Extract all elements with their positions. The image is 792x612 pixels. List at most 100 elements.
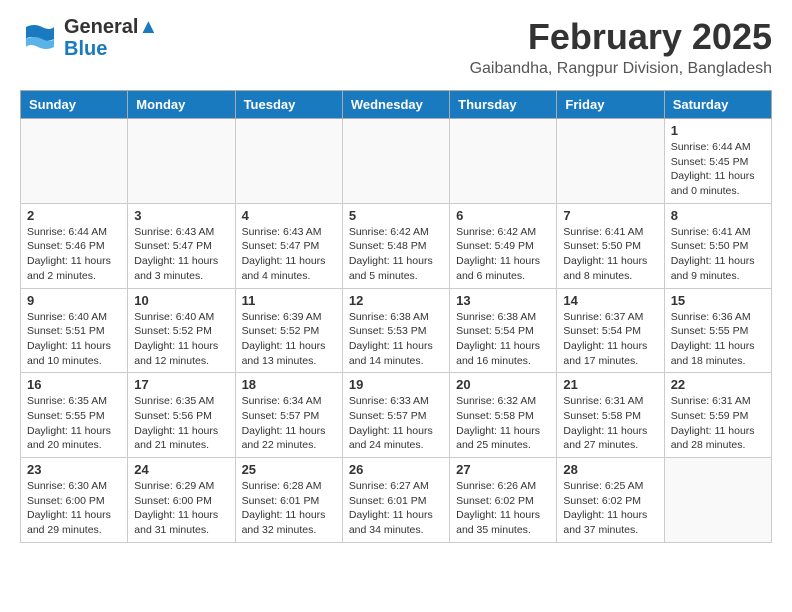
calendar-cell: 19 Sunrise: 6:33 AM Sunset: 5:57 PM Dayli… xyxy=(342,373,449,458)
calendar-body: 1Sunrise: 6:44 AM Sunset: 5:45 PM Daylig… xyxy=(21,119,772,543)
logo-general-accent: ▲ xyxy=(138,16,158,38)
calendar-cell: 12 Sunrise: 6:38 AM Sunset: 5:53 PM Dayli… xyxy=(342,288,449,373)
logo-general: General▲ xyxy=(64,16,158,38)
day-info: Sunrise: 6:30 AM Sunset: 6:00 PM Dayligh… xyxy=(27,479,121,538)
day-info: Sunrise: 6:29 AM Sunset: 6:00 PM Dayligh… xyxy=(134,479,228,538)
calendar-header-row: Sunday Monday Tuesday Wednesday Thursday… xyxy=(21,91,772,119)
calendar-cell: 6Sunrise: 6:42 AM Sunset: 5:49 PM Daylig… xyxy=(450,203,557,288)
header-friday: Friday xyxy=(557,91,664,119)
day-number: 27 xyxy=(456,462,550,477)
location: Gaibandha, Rangpur Division, Bangladesh xyxy=(470,60,772,78)
month-title: February 2025 xyxy=(470,16,772,58)
day-number: 21 xyxy=(563,377,657,392)
day-info: Sunrise: 6:34 AM Sunset: 5:57 PM Dayligh… xyxy=(242,394,336,453)
header: General▲ Blue February 2025 Gaibandha, R… xyxy=(20,16,772,78)
day-number: 24 xyxy=(134,462,228,477)
calendar-cell: 2 Sunrise: 6:44 AM Sunset: 5:46 PM Daylig… xyxy=(21,203,128,288)
day-info: Sunrise: 6:43 AM Sunset: 5:47 PM Dayligh… xyxy=(242,225,336,284)
day-info: Sunrise: 6:43 AM Sunset: 5:47 PM Dayligh… xyxy=(134,225,228,284)
page-container: General▲ Blue February 2025 Gaibandha, R… xyxy=(0,0,792,559)
day-number: 19 xyxy=(349,377,443,392)
day-number: 23 xyxy=(27,462,121,477)
header-saturday: Saturday xyxy=(664,91,771,119)
calendar-week-4: 16Sunrise: 6:35 AM Sunset: 5:55 PM Dayli… xyxy=(21,373,772,458)
calendar-cell: 13Sunrise: 6:38 AM Sunset: 5:54 PM Dayli… xyxy=(450,288,557,373)
day-info: Sunrise: 6:33 AM Sunset: 5:57 PM Dayligh… xyxy=(349,394,443,453)
calendar-cell: 9 Sunrise: 6:40 AM Sunset: 5:51 PM Daylig… xyxy=(21,288,128,373)
day-number: 26 xyxy=(349,462,443,477)
day-number: 5 xyxy=(349,208,443,223)
header-sunday: Sunday xyxy=(21,91,128,119)
day-info: Sunrise: 6:26 AM Sunset: 6:02 PM Dayligh… xyxy=(456,479,550,538)
calendar-cell: 25 Sunrise: 6:28 AM Sunset: 6:01 PM Dayli… xyxy=(235,458,342,543)
day-info: Sunrise: 6:44 AM Sunset: 5:45 PM Dayligh… xyxy=(671,140,765,199)
day-info: Sunrise: 6:28 AM Sunset: 6:01 PM Dayligh… xyxy=(242,479,336,538)
day-number: 17 xyxy=(134,377,228,392)
header-tuesday: Tuesday xyxy=(235,91,342,119)
calendar-cell: 24 Sunrise: 6:29 AM Sunset: 6:00 PM Dayli… xyxy=(128,458,235,543)
calendar-cell: 11 Sunrise: 6:39 AM Sunset: 5:52 PM Dayli… xyxy=(235,288,342,373)
day-number: 22 xyxy=(671,377,765,392)
day-info: Sunrise: 6:32 AM Sunset: 5:58 PM Dayligh… xyxy=(456,394,550,453)
logo-blue: Blue xyxy=(64,38,158,60)
calendar-cell xyxy=(664,458,771,543)
calendar-cell: 3 Sunrise: 6:43 AM Sunset: 5:47 PM Daylig… xyxy=(128,203,235,288)
calendar-cell: 7 Sunrise: 6:41 AM Sunset: 5:50 PM Daylig… xyxy=(557,203,664,288)
header-monday: Monday xyxy=(128,91,235,119)
day-number: 12 xyxy=(349,293,443,308)
calendar-cell xyxy=(342,119,449,204)
calendar-cell: 17Sunrise: 6:35 AM Sunset: 5:56 PM Dayli… xyxy=(128,373,235,458)
calendar-table: Sunday Monday Tuesday Wednesday Thursday… xyxy=(20,90,772,543)
day-number: 25 xyxy=(242,462,336,477)
calendar-cell: 1Sunrise: 6:44 AM Sunset: 5:45 PM Daylig… xyxy=(664,119,771,204)
calendar-week-5: 23 Sunrise: 6:30 AM Sunset: 6:00 PM Dayli… xyxy=(21,458,772,543)
day-number: 4 xyxy=(242,208,336,223)
day-number: 20 xyxy=(456,377,550,392)
logo-text-block: General▲ Blue xyxy=(64,16,158,60)
day-info: Sunrise: 6:39 AM Sunset: 5:52 PM Dayligh… xyxy=(242,310,336,369)
day-info: Sunrise: 6:40 AM Sunset: 5:51 PM Dayligh… xyxy=(27,310,121,369)
calendar-week-3: 9 Sunrise: 6:40 AM Sunset: 5:51 PM Daylig… xyxy=(21,288,772,373)
calendar-cell xyxy=(21,119,128,204)
day-number: 10 xyxy=(134,293,228,308)
day-number: 28 xyxy=(563,462,657,477)
day-number: 8 xyxy=(671,208,765,223)
calendar-cell: 8 Sunrise: 6:41 AM Sunset: 5:50 PM Daylig… xyxy=(664,203,771,288)
day-number: 7 xyxy=(563,208,657,223)
day-info: Sunrise: 6:44 AM Sunset: 5:46 PM Dayligh… xyxy=(27,225,121,284)
day-number: 14 xyxy=(563,293,657,308)
calendar-cell: 28 Sunrise: 6:25 AM Sunset: 6:02 PM Dayli… xyxy=(557,458,664,543)
calendar-cell: 15Sunrise: 6:36 AM Sunset: 5:55 PM Dayli… xyxy=(664,288,771,373)
header-wednesday: Wednesday xyxy=(342,91,449,119)
calendar-cell: 26 Sunrise: 6:27 AM Sunset: 6:01 PM Dayli… xyxy=(342,458,449,543)
calendar-cell: 23 Sunrise: 6:30 AM Sunset: 6:00 PM Dayli… xyxy=(21,458,128,543)
calendar-cell xyxy=(235,119,342,204)
calendar-cell: 5 Sunrise: 6:42 AM Sunset: 5:48 PM Daylig… xyxy=(342,203,449,288)
calendar-cell: 20 Sunrise: 6:32 AM Sunset: 5:58 PM Dayli… xyxy=(450,373,557,458)
day-number: 3 xyxy=(134,208,228,223)
calendar-cell: 27 Sunrise: 6:26 AM Sunset: 6:02 PM Dayli… xyxy=(450,458,557,543)
logo-icon xyxy=(20,19,58,57)
day-info: Sunrise: 6:38 AM Sunset: 5:54 PM Dayligh… xyxy=(456,310,550,369)
day-info: Sunrise: 6:41 AM Sunset: 5:50 PM Dayligh… xyxy=(563,225,657,284)
day-info: Sunrise: 6:40 AM Sunset: 5:52 PM Dayligh… xyxy=(134,310,228,369)
day-number: 6 xyxy=(456,208,550,223)
day-number: 9 xyxy=(27,293,121,308)
day-info: Sunrise: 6:31 AM Sunset: 5:59 PM Dayligh… xyxy=(671,394,765,453)
calendar-week-1: 1Sunrise: 6:44 AM Sunset: 5:45 PM Daylig… xyxy=(21,119,772,204)
calendar-cell: 18 Sunrise: 6:34 AM Sunset: 5:57 PM Dayli… xyxy=(235,373,342,458)
day-info: Sunrise: 6:42 AM Sunset: 5:48 PM Dayligh… xyxy=(349,225,443,284)
calendar-cell: 22 Sunrise: 6:31 AM Sunset: 5:59 PM Dayli… xyxy=(664,373,771,458)
day-number: 2 xyxy=(27,208,121,223)
day-info: Sunrise: 6:25 AM Sunset: 6:02 PM Dayligh… xyxy=(563,479,657,538)
title-block: February 2025 Gaibandha, Rangpur Divisio… xyxy=(470,16,772,78)
day-number: 18 xyxy=(242,377,336,392)
day-info: Sunrise: 6:38 AM Sunset: 5:53 PM Dayligh… xyxy=(349,310,443,369)
day-number: 11 xyxy=(242,293,336,308)
calendar-cell xyxy=(128,119,235,204)
day-info: Sunrise: 6:41 AM Sunset: 5:50 PM Dayligh… xyxy=(671,225,765,284)
day-info: Sunrise: 6:37 AM Sunset: 5:54 PM Dayligh… xyxy=(563,310,657,369)
day-info: Sunrise: 6:27 AM Sunset: 6:01 PM Dayligh… xyxy=(349,479,443,538)
day-info: Sunrise: 6:36 AM Sunset: 5:55 PM Dayligh… xyxy=(671,310,765,369)
day-info: Sunrise: 6:35 AM Sunset: 5:55 PM Dayligh… xyxy=(27,394,121,453)
